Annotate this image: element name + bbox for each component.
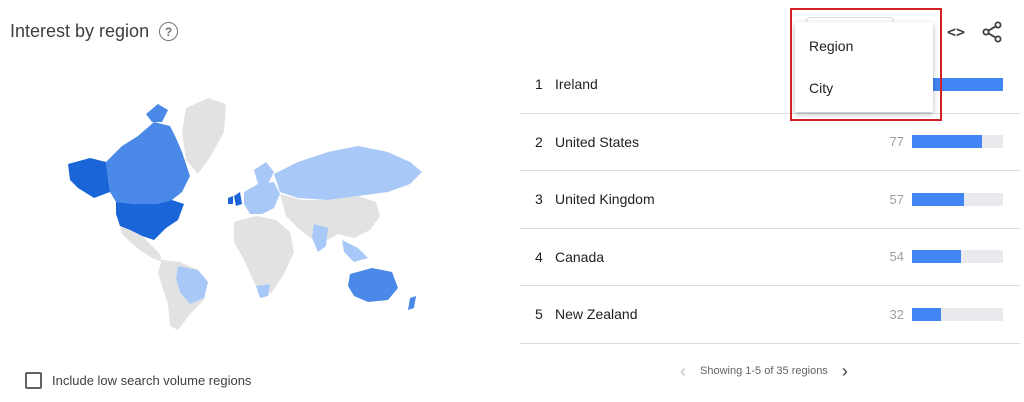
row-bar-track <box>912 192 1003 206</box>
row-bar-track <box>912 250 1003 264</box>
row-bar-track <box>912 307 1003 321</box>
share-icon[interactable] <box>980 20 1004 44</box>
pagination-text: Showing 1-5 of 35 regions <box>700 365 828 377</box>
row-bar-fill <box>912 307 942 321</box>
row-rank: 1 <box>535 76 543 93</box>
pagination: ‹ Showing 1-5 of 35 regions › <box>680 362 848 380</box>
low-volume-label: Include low search volume regions <box>52 373 252 388</box>
row-bar-fill <box>912 192 964 206</box>
table-row[interactable]: 4 Canada 54 <box>520 229 1020 286</box>
map-region-ireland <box>228 196 233 204</box>
section-header: Interest by region ? <box>10 21 179 42</box>
highlight-box <box>790 8 942 121</box>
table-row[interactable]: 3 United Kingdom 57 <box>520 171 1020 229</box>
table-row[interactable]: 2 United States 77 <box>520 114 1020 171</box>
row-bar-fill <box>912 250 962 264</box>
row-bar-fill <box>912 135 983 149</box>
map-region-uk <box>234 192 242 206</box>
low-volume-checkbox[interactable] <box>25 372 42 389</box>
row-rank: 5 <box>535 306 543 323</box>
row-value: 77 <box>889 134 904 150</box>
row-rank: 3 <box>535 191 543 208</box>
row-rank: 4 <box>535 248 543 265</box>
map-region-southeast-asia <box>342 240 368 262</box>
map-region-canada <box>106 122 190 204</box>
page-title: Interest by region <box>10 21 150 41</box>
region-list: 1 Ireland 100 2 United States 77 3 Unite… <box>520 56 1020 344</box>
low-volume-option[interactable]: Include low search volume regions <box>25 372 251 389</box>
map-region-new-zealand <box>408 296 416 310</box>
map-region-russia <box>274 146 422 200</box>
map-region-alaska <box>68 158 110 198</box>
help-icon[interactable]: ? <box>159 22 179 41</box>
map-region-canada-islands <box>146 104 168 122</box>
row-region-name[interactable]: Canada <box>555 249 604 265</box>
table-row[interactable]: 1 Ireland 100 <box>520 56 1020 114</box>
row-region-name[interactable]: New Zealand <box>555 306 638 322</box>
row-region-name[interactable]: United States <box>555 134 639 150</box>
row-value: 57 <box>889 191 904 207</box>
map-region-scandinavia <box>254 162 274 184</box>
row-value: 32 <box>889 306 904 322</box>
map-region-greenland <box>182 98 226 174</box>
map-region-south-africa <box>256 284 270 298</box>
row-region-name[interactable]: Ireland <box>555 76 598 92</box>
chevron-right-icon[interactable]: › <box>842 362 848 380</box>
map-region-india <box>312 224 328 252</box>
row-value: 54 <box>889 249 904 265</box>
table-row[interactable]: 5 New Zealand 32 <box>520 286 1020 344</box>
embed-code-icon[interactable]: <> <box>944 22 968 42</box>
row-bar-track <box>912 135 1003 149</box>
world-map[interactable] <box>58 92 430 330</box>
chevron-left-icon[interactable]: ‹ <box>680 362 686 380</box>
map-region-asia <box>280 194 380 242</box>
row-rank: 2 <box>535 133 543 150</box>
row-region-name[interactable]: United Kingdom <box>555 191 655 207</box>
map-region-australia <box>348 268 398 302</box>
map-region-europe <box>244 182 280 214</box>
